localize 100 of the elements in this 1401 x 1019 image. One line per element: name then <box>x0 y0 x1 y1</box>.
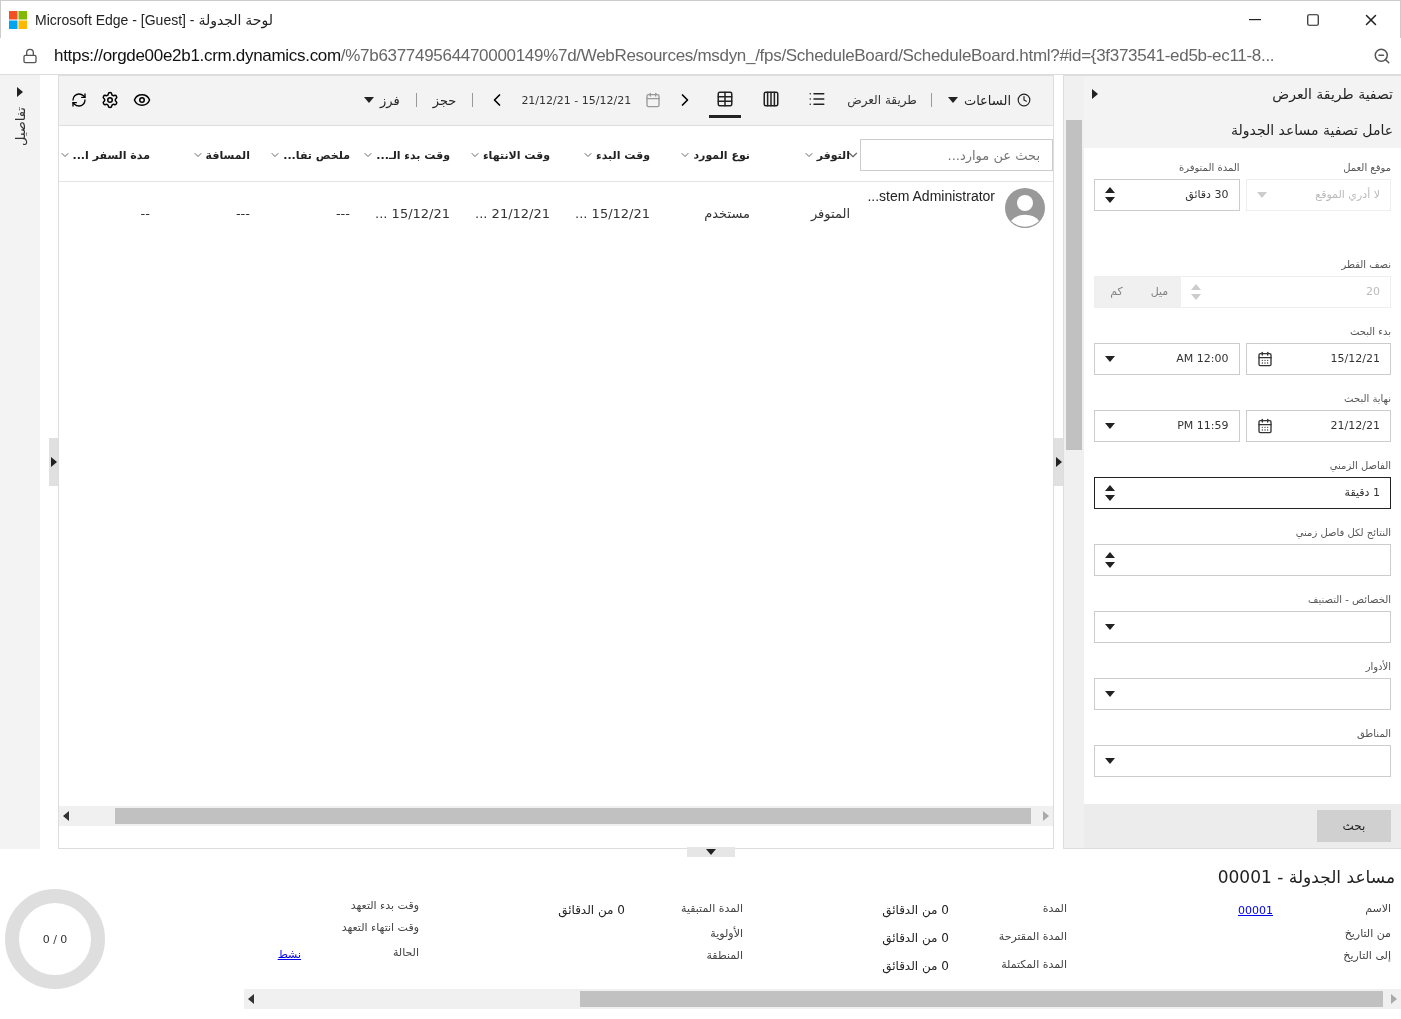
book-button[interactable]: حجز <box>430 82 459 119</box>
search-field[interactable]: بحث عن موارد... <box>860 139 1053 172</box>
detail-label: المدة المكتملة <box>1000 958 1068 971</box>
column-header[interactable]: ملخص تفا... <box>250 148 350 162</box>
column-header[interactable]: مدة السفر ا... <box>50 148 150 162</box>
minimize-icon <box>1249 18 1261 21</box>
detail-label: المنطقة <box>705 949 744 962</box>
detail-label: المدة المتبقية <box>680 902 744 915</box>
view-select[interactable]: الساعات <box>945 82 1033 119</box>
detail-label: الحالة <box>391 946 420 959</box>
caret-icon <box>1105 757 1115 764</box>
calendar-icon[interactable] <box>1256 350 1273 367</box>
caret-icon <box>1256 191 1267 198</box>
column-header[interactable]: نوع المورد <box>650 148 750 162</box>
spinner-arrows-icon[interactable] <box>1105 186 1115 203</box>
detail-label: وقت انتهاء التعهد <box>340 921 420 934</box>
address-field[interactable]: https://orgde00e2b1.crm.dynamics.com/%7b637749564470000149%7d/WebResources/msdyn_/fps/ScheduleBoard/ScheduleBoard.html?#id={3f373541-ed5b-ec11-8... <box>54 45 1357 66</box>
detail-link[interactable]: نشط <box>277 948 301 961</box>
avatar-icon <box>1005 187 1045 228</box>
field-value: AM 12:00 <box>1176 352 1229 366</box>
settings-icon[interactable] <box>101 91 119 110</box>
table-cell-text: -- <box>139 205 150 222</box>
column-header[interactable]: التوفر <box>750 148 850 162</box>
caret-icon <box>364 97 375 104</box>
detail-value: 0 من الدقائق <box>882 959 949 973</box>
field-label: نصف القطر <box>1340 258 1391 270</box>
refresh-icon[interactable] <box>71 92 87 109</box>
collapse-handle[interactable] <box>49 437 58 486</box>
details-side-tab[interactable]: تفاصيل <box>0 74 40 849</box>
dropdown-field[interactable] <box>1094 610 1391 643</box>
expand-arrow-icon[interactable] <box>50 456 57 467</box>
field-label: الفاصل الزمني <box>1328 459 1391 471</box>
field-value: PM 11:59 <box>1177 419 1229 433</box>
spinner-arrows-icon[interactable] <box>1105 484 1115 501</box>
time-field[interactable]: PM 11:59 <box>1094 409 1240 442</box>
panel-title: تصفية طريقة العرض <box>1271 85 1393 102</box>
grid-view-icon <box>716 89 735 108</box>
detail-link[interactable]: 00001 <box>1238 904 1273 917</box>
expand-arrow-icon[interactable] <box>1055 456 1062 467</box>
caret-icon <box>1105 422 1115 429</box>
scroll-left-icon[interactable] <box>248 994 254 1004</box>
detail-label: من التاريخ <box>1343 927 1392 940</box>
dropdown-field[interactable] <box>1094 677 1391 710</box>
date-field[interactable]: 15/12/21 <box>1245 342 1391 375</box>
field-label: النتائج لكل فاصل زمني <box>1294 526 1391 538</box>
search-button[interactable]: بحث <box>1317 810 1391 842</box>
expand-arrow-icon[interactable] <box>17 86 23 97</box>
date-field[interactable]: 21/12/21 <box>1245 409 1391 442</box>
maximize-icon <box>1306 12 1320 27</box>
column-header[interactable]: المسافة <box>150 148 250 162</box>
table-cell-text: 21/12/21 ... <box>474 205 550 222</box>
table-cell-text: 15/12/21 ... <box>574 205 650 222</box>
detail-label: إلى التاريخ <box>1342 949 1392 962</box>
side-tab-label: تفاصيل <box>12 106 28 146</box>
horizontal-scrollbar[interactable] <box>244 989 1401 1009</box>
spinner-arrows-icon[interactable] <box>1105 551 1115 568</box>
column-header[interactable]: وقت بدء الـ... <box>350 148 450 162</box>
detail-value: 0 من الدقائق <box>558 903 625 917</box>
horizontal-scrollbar[interactable] <box>59 806 1053 826</box>
expand-tab[interactable] <box>687 847 735 857</box>
progress-text: 0 / 0 <box>42 932 68 946</box>
detail-label: المدة <box>1041 902 1068 915</box>
clock-icon <box>1017 93 1031 108</box>
date-range[interactable]: 21/12/21 - 15/12/21 <box>521 93 632 107</box>
table-cell-text: المتوفر <box>809 205 850 222</box>
placeholder-text: لا أدري الموقع <box>1315 188 1380 202</box>
collapse-handle[interactable] <box>1054 437 1063 486</box>
detail-label: وقت بدء التعهد <box>349 899 420 912</box>
field-value: 15/12/21 <box>1330 352 1380 366</box>
field-label: موقع العمل <box>1342 161 1391 173</box>
field-label: بدء البحث <box>1348 325 1391 337</box>
field-label: الخصائص - التصنيف <box>1307 593 1391 605</box>
time-field[interactable]: AM 12:00 <box>1094 342 1240 375</box>
calendar-icon[interactable] <box>1256 417 1273 434</box>
caret-icon <box>1105 355 1115 362</box>
field-label: نهاية البحث <box>1343 392 1391 404</box>
caret-icon <box>1105 690 1115 697</box>
field-value: 20 <box>1366 285 1380 299</box>
window-title: Microsoft Edge - [Guest] - لوحة الجدولة <box>35 11 274 28</box>
sort-button[interactable]: فرز <box>362 82 402 119</box>
collapse-arrow-icon[interactable] <box>1092 88 1098 99</box>
view-mode-label: طريقة العرض <box>847 93 917 108</box>
detail-label: الاسم <box>1364 902 1392 915</box>
number-field[interactable]: 30 دقائق <box>1094 178 1240 211</box>
browser-logo-icon <box>9 10 27 29</box>
number-field[interactable]: 1 دقيقة <box>1094 476 1391 509</box>
scroll-left-icon[interactable] <box>63 811 69 821</box>
number-field[interactable] <box>1094 543 1391 576</box>
caret-icon <box>706 849 716 855</box>
lock-icon[interactable] <box>22 47 38 64</box>
field-value: 30 دقائق <box>1185 188 1229 202</box>
vertical-scrollbar[interactable] <box>1064 75 1084 848</box>
field-label: المناطق <box>1356 727 1391 739</box>
resource-name[interactable]: ...stem Administrator <box>867 187 995 204</box>
column-header[interactable]: وقت الانتهاء <box>450 148 550 162</box>
zoom-out-icon[interactable] <box>1373 46 1391 65</box>
column-header[interactable]: وقت البدء <box>550 148 650 162</box>
detail-value: 0 من الدقائق <box>882 931 949 945</box>
dropdown-field[interactable] <box>1094 744 1391 777</box>
caret-icon <box>1105 623 1115 630</box>
